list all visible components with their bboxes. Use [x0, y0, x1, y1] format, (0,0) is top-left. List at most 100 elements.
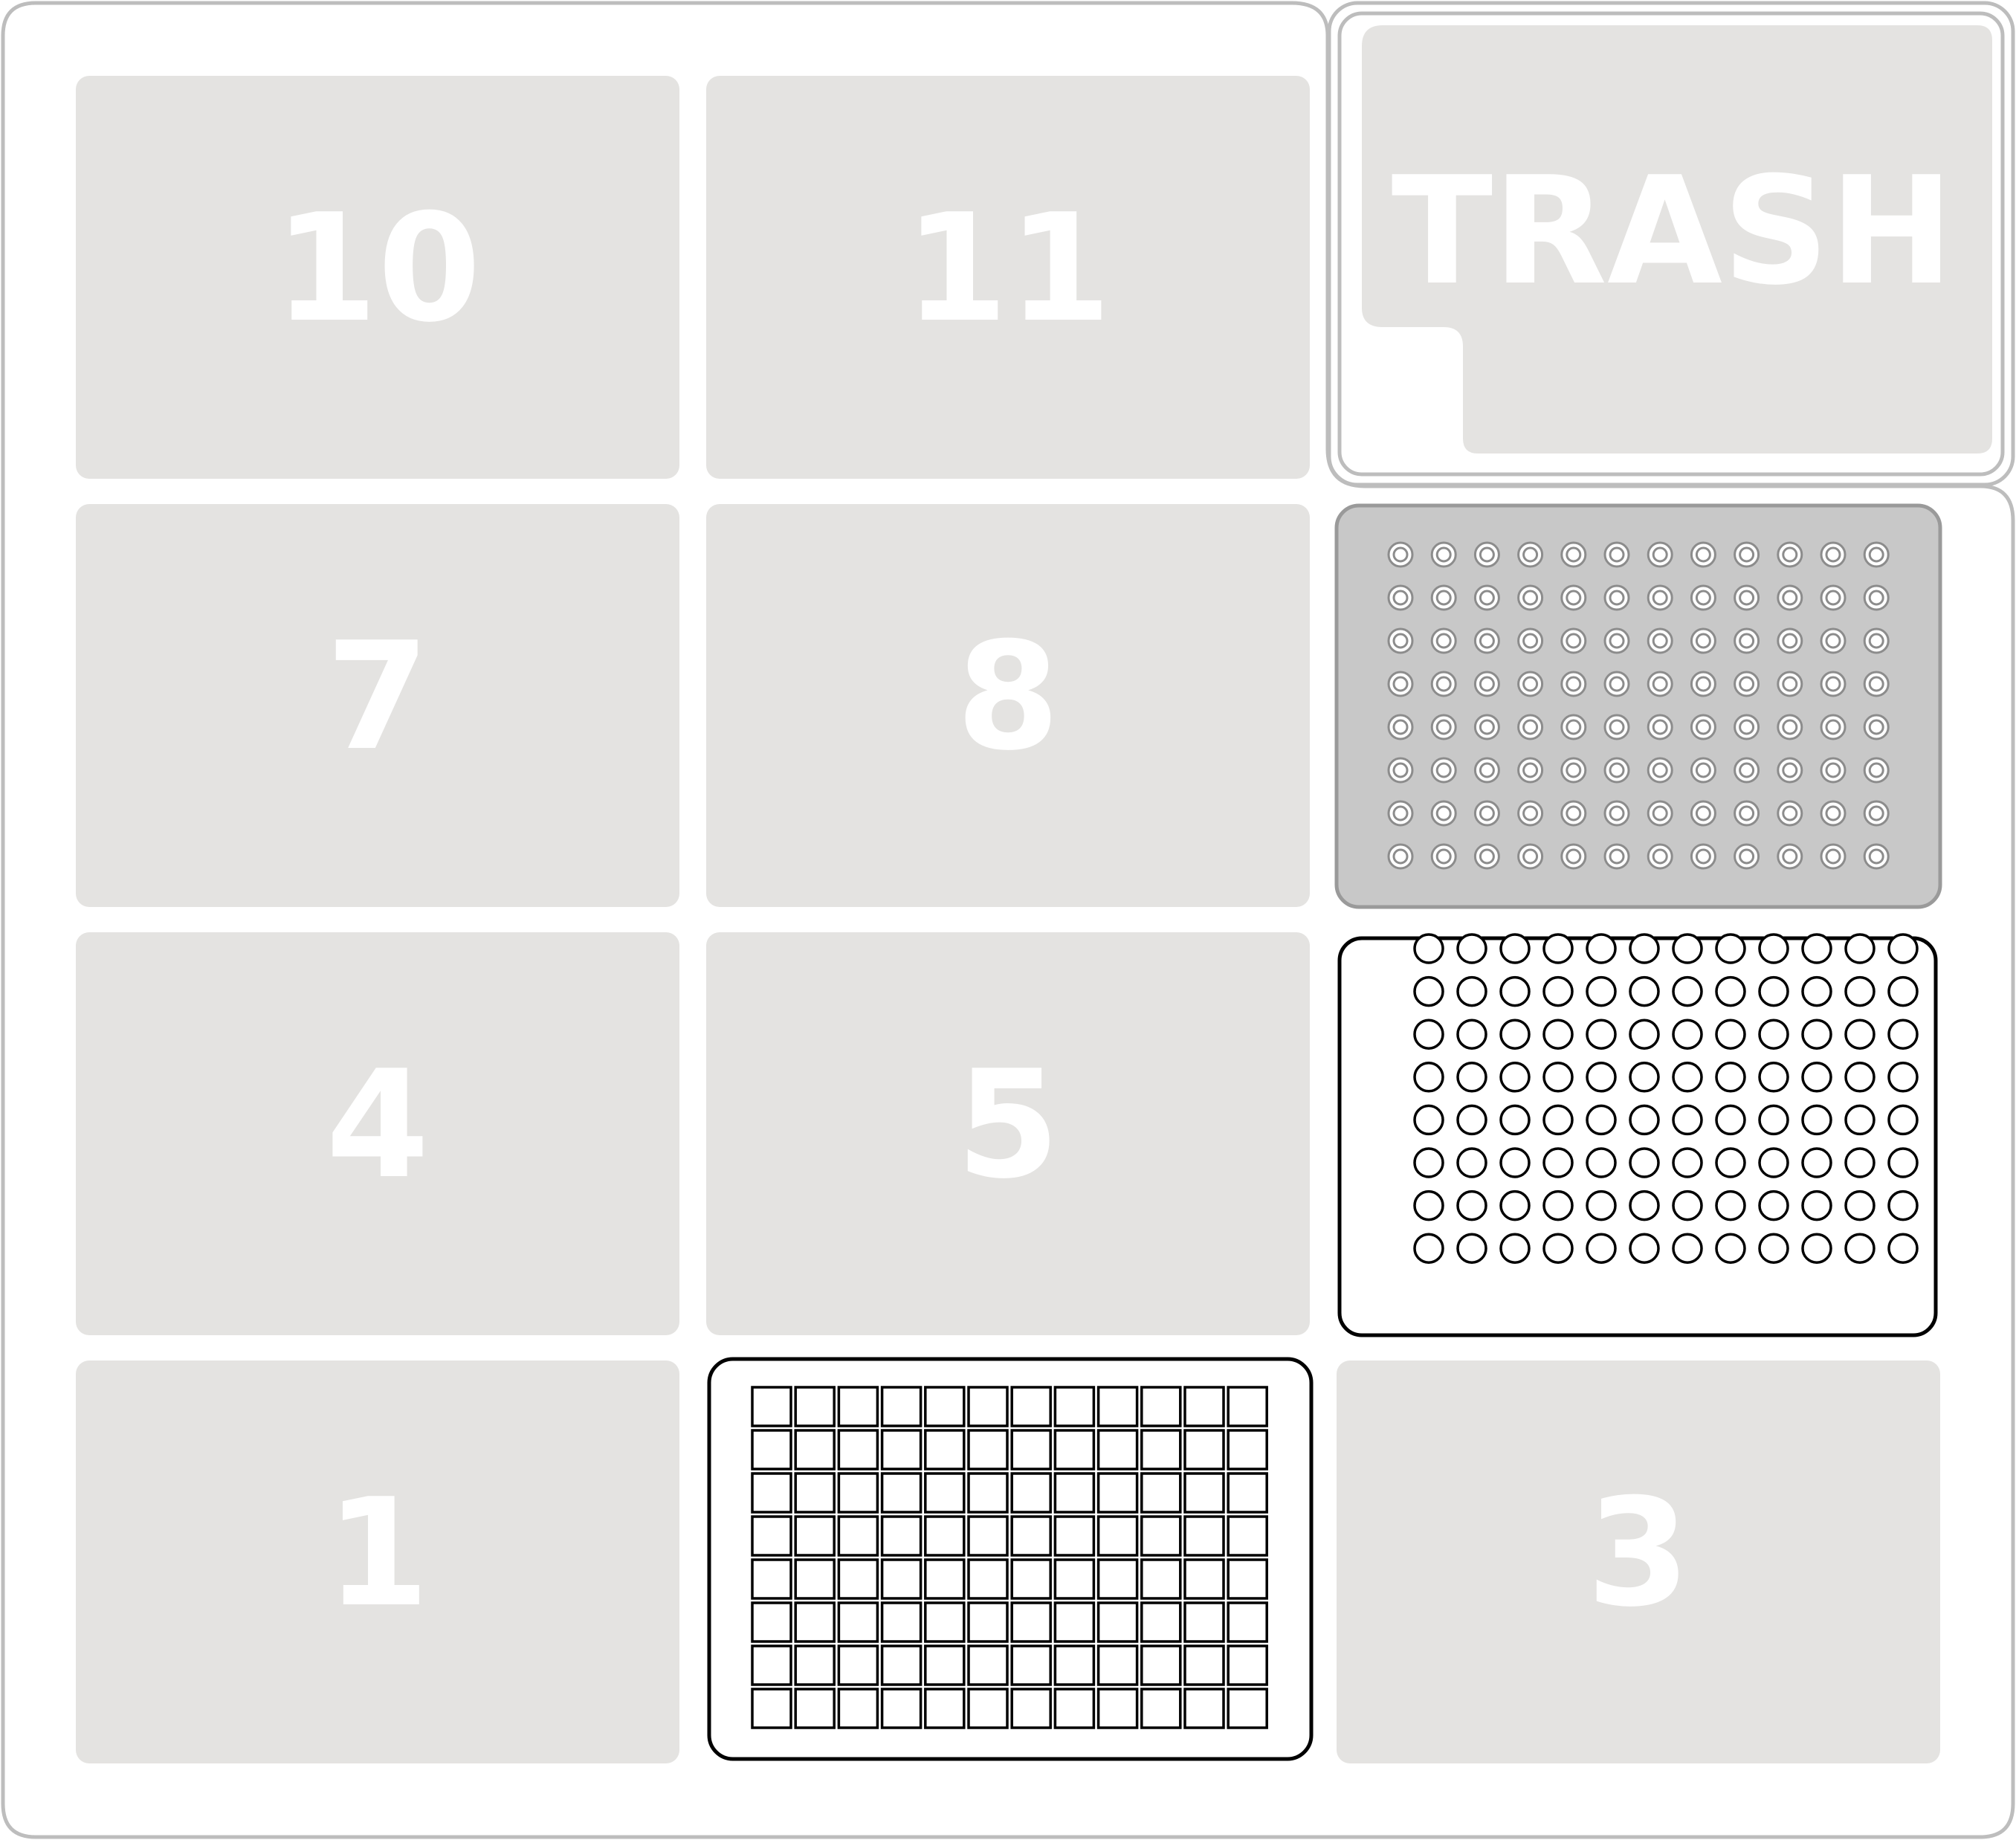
well	[1887, 1019, 1919, 1050]
tip-slot	[967, 1688, 1009, 1729]
well	[1560, 541, 1587, 568]
slot-7[interactable]: 7	[76, 504, 679, 907]
well	[1517, 541, 1544, 568]
well	[1473, 757, 1500, 784]
well	[1672, 1233, 1703, 1264]
tip-slot	[1010, 1472, 1052, 1514]
well	[1672, 975, 1703, 1007]
slot-4[interactable]: 4	[76, 932, 679, 1335]
well	[1820, 800, 1847, 827]
tip-slot	[880, 1644, 923, 1686]
tip-slot	[880, 1515, 923, 1557]
well	[1430, 757, 1457, 784]
well	[1777, 627, 1803, 654]
well	[1456, 1062, 1487, 1093]
well	[1777, 757, 1803, 784]
slot-3[interactable]: 3	[1337, 1360, 1940, 1763]
well	[1672, 1189, 1703, 1221]
tip-slot	[794, 1429, 836, 1471]
well	[1387, 671, 1414, 697]
tip-slot	[1053, 1472, 1096, 1514]
well	[1629, 1189, 1660, 1221]
tip-slot	[967, 1386, 1009, 1427]
well	[1499, 975, 1531, 1007]
tip-slot	[1183, 1558, 1225, 1600]
well	[1690, 800, 1716, 827]
well	[1473, 584, 1500, 611]
well	[1672, 1019, 1703, 1050]
well	[1820, 584, 1847, 611]
tip-slot	[1010, 1644, 1052, 1686]
slot-9-well-plate[interactable]	[1334, 503, 1942, 909]
tip-slot	[1053, 1644, 1096, 1686]
well	[1758, 1062, 1789, 1093]
tip-slot	[751, 1601, 792, 1643]
slot-1[interactable]: 1	[76, 1360, 679, 1763]
well	[1473, 541, 1500, 568]
well	[1456, 1189, 1487, 1221]
tip-slot	[924, 1558, 966, 1600]
well	[1456, 1104, 1487, 1136]
well	[1777, 800, 1803, 827]
tip-slot	[1183, 1644, 1225, 1686]
well	[1387, 627, 1414, 654]
deck-map: TRASH 10 11 7 8 4 5 1 3	[1, 1, 2015, 1839]
tip-slot	[967, 1472, 1009, 1514]
well	[1801, 1019, 1832, 1050]
slot-6-well-plate[interactable]	[1337, 933, 1938, 1337]
tip-slot	[1183, 1386, 1225, 1427]
tip-slot	[837, 1688, 879, 1729]
tip-slot	[837, 1429, 879, 1471]
slot-11[interactable]: 11	[706, 76, 1310, 479]
well	[1887, 1189, 1919, 1221]
well	[1517, 714, 1544, 740]
well	[1647, 627, 1673, 654]
tip-slot	[1183, 1515, 1225, 1557]
well	[1734, 671, 1760, 697]
well	[1542, 1147, 1574, 1178]
well	[1542, 1104, 1574, 1136]
well	[1801, 933, 1832, 964]
well	[1473, 800, 1500, 827]
well	[1430, 843, 1457, 870]
tip-slot	[880, 1386, 923, 1427]
well	[1734, 843, 1760, 870]
well	[1863, 843, 1890, 870]
well	[1456, 1233, 1487, 1264]
well	[1715, 1062, 1746, 1093]
slot-5[interactable]: 5	[706, 932, 1310, 1335]
well	[1820, 714, 1847, 740]
well	[1629, 1062, 1660, 1093]
tip-slot	[967, 1644, 1009, 1686]
well	[1586, 1147, 1617, 1178]
tip-slot	[924, 1688, 966, 1729]
well	[1715, 1147, 1746, 1178]
well	[1715, 1233, 1746, 1264]
slot-8[interactable]: 8	[706, 504, 1310, 907]
well	[1542, 975, 1574, 1007]
well	[1387, 757, 1414, 784]
well	[1844, 1233, 1876, 1264]
well	[1777, 843, 1803, 870]
slot-10[interactable]: 10	[76, 76, 679, 479]
tip-slot	[1227, 1601, 1268, 1643]
well	[1715, 1104, 1746, 1136]
well	[1499, 933, 1531, 964]
tip-slot	[1227, 1644, 1268, 1686]
well	[1647, 757, 1673, 784]
slot-2-tip-rack[interactable]	[707, 1357, 1314, 1761]
well	[1801, 975, 1832, 1007]
well	[1603, 714, 1630, 740]
tip-slot	[1053, 1688, 1096, 1729]
well	[1887, 975, 1919, 1007]
well	[1542, 1189, 1574, 1221]
tip-slot	[1053, 1558, 1096, 1600]
well	[1603, 800, 1630, 827]
well	[1560, 714, 1587, 740]
well	[1387, 843, 1414, 870]
well	[1820, 541, 1847, 568]
well	[1820, 757, 1847, 784]
tip-slot	[1140, 1472, 1182, 1514]
well	[1690, 627, 1716, 654]
tip-slot	[1227, 1386, 1268, 1427]
